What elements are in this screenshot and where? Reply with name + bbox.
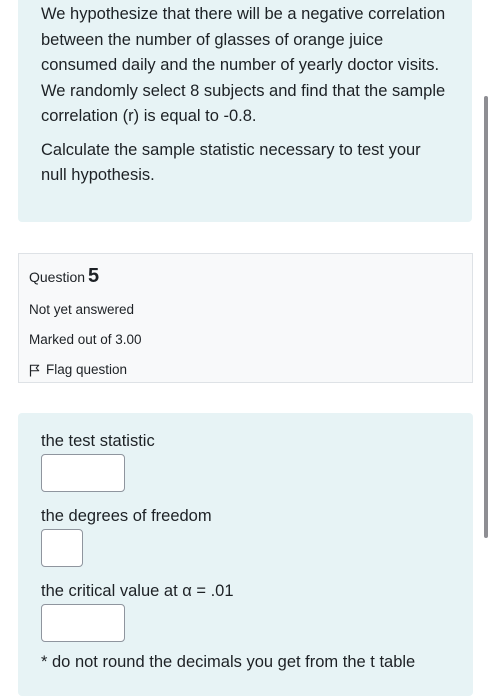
answer-panel: the test statistic the degrees of freedo… bbox=[18, 413, 473, 696]
test-statistic-input[interactable] bbox=[41, 454, 125, 492]
flag-icon bbox=[29, 364, 40, 376]
question-info-box: Question 5 Not yet answered Marked out of… bbox=[18, 253, 473, 383]
question-paragraph-1: We hypothesize that there will be a nega… bbox=[41, 5, 446, 125]
critical-value-input[interactable] bbox=[41, 604, 125, 642]
test-statistic-label: the test statistic bbox=[41, 432, 155, 450]
question-label: Question bbox=[29, 269, 86, 285]
scrollbar[interactable] bbox=[484, 96, 488, 538]
question-number: 5 bbox=[88, 265, 100, 287]
answer-status: Not yet answered bbox=[29, 302, 135, 317]
quiz-page: We hypothesize that there will be a nega… bbox=[0, 0, 493, 700]
flag-question-link[interactable]: Flag question bbox=[29, 360, 462, 380]
marks-info: Marked out of 3.00 bbox=[29, 332, 142, 347]
question-paragraph-2: Calculate the sample statistic necessary… bbox=[41, 140, 421, 185]
rounding-note: * do not round the decimals you get from… bbox=[41, 653, 416, 671]
degrees-of-freedom-input[interactable] bbox=[41, 529, 83, 567]
degrees-of-freedom-label: the degrees of freedom bbox=[41, 507, 212, 525]
question-number-heading: Question 5 bbox=[29, 262, 462, 290]
question-text-panel: We hypothesize that there will be a nega… bbox=[18, 0, 472, 222]
critical-value-label: the critical value at α = .01 bbox=[41, 582, 234, 600]
flag-question-label: Flag question bbox=[46, 362, 128, 377]
